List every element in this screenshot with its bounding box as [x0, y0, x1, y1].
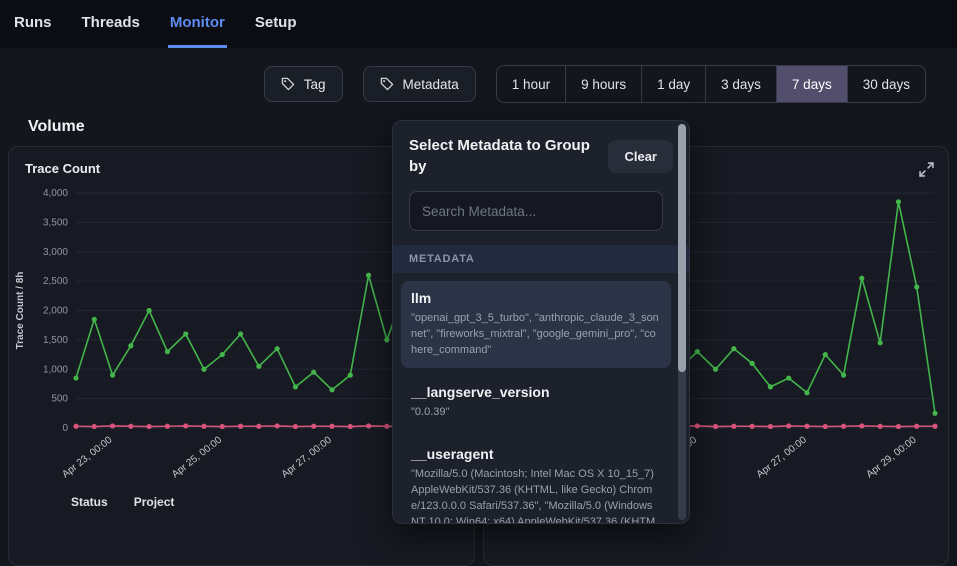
- clear-button[interactable]: Clear: [608, 140, 673, 173]
- metadata-item-langserve-version[interactable]: __langserve_version "0.0.39": [401, 375, 671, 430]
- status-column-label: Status: [71, 495, 108, 509]
- tag-button-label: Tag: [304, 77, 326, 92]
- svg-text:Apr 29, 00:00: Apr 29, 00:00: [864, 434, 918, 480]
- expand-icon[interactable]: [919, 162, 934, 177]
- tag-icon: [380, 77, 394, 91]
- svg-text:500: 500: [51, 394, 68, 405]
- panel-title: Trace Count: [25, 161, 100, 177]
- project-column-label: Project: [134, 495, 175, 509]
- svg-text:Apr 25, 00:00: Apr 25, 00:00: [170, 434, 224, 480]
- tag-icon: [281, 77, 295, 91]
- svg-text:Trace Count / 8h: Trace Count / 8h: [15, 272, 26, 350]
- svg-text:1,000: 1,000: [43, 364, 68, 375]
- nav-monitor[interactable]: Monitor: [168, 0, 227, 48]
- metadata-item-title: __useragent: [411, 446, 661, 462]
- toolbar: Tag Metadata 1 hour 9 hours 1 day 3 days…: [0, 65, 926, 103]
- metadata-item-values: "openai_gpt_3_5_turbo", "anthropic_claud…: [411, 311, 661, 359]
- svg-text:3,000: 3,000: [43, 247, 68, 258]
- svg-text:2,500: 2,500: [43, 276, 68, 287]
- metadata-item-values: "0.0.39": [411, 405, 661, 421]
- range-7-days[interactable]: 7 days: [776, 66, 847, 102]
- metadata-item-values: "Mozilla/5.0 (Macintosh; Intel Mac OS X …: [411, 467, 661, 524]
- top-nav: Runs Threads Monitor Setup: [0, 0, 957, 48]
- svg-text:2,000: 2,000: [43, 306, 68, 317]
- time-range-control: 1 hour 9 hours 1 day 3 days 7 days 30 da…: [496, 65, 926, 103]
- metadata-list: llm "openai_gpt_3_5_turbo", "anthropic_c…: [393, 273, 689, 524]
- popover-title: Select Metadata to Group by: [409, 135, 594, 177]
- nav-threads[interactable]: Threads: [80, 0, 142, 48]
- metadata-item-useragent[interactable]: __useragent "Mozilla/5.0 (Macintosh; Int…: [401, 437, 671, 524]
- metadata-item-title: __langserve_version: [411, 384, 661, 400]
- metadata-filter-button[interactable]: Metadata: [363, 66, 476, 102]
- popover-scrollbar[interactable]: [678, 124, 686, 520]
- metadata-item-llm[interactable]: llm "openai_gpt_3_5_turbo", "anthropic_c…: [401, 281, 671, 368]
- nav-setup[interactable]: Setup: [253, 0, 299, 48]
- svg-text:3,500: 3,500: [43, 217, 68, 228]
- metadata-button-label: Metadata: [403, 77, 459, 92]
- range-9-hours[interactable]: 9 hours: [565, 66, 641, 102]
- range-1-day[interactable]: 1 day: [641, 66, 705, 102]
- metadata-section-header: METADATA: [393, 245, 689, 273]
- metadata-item-title: llm: [411, 290, 661, 306]
- metadata-group-popover: Select Metadata to Group by Clear METADA…: [392, 120, 690, 524]
- scrollbar-thumb[interactable]: [678, 124, 686, 372]
- svg-text:0: 0: [62, 423, 68, 434]
- search-metadata-input[interactable]: [409, 191, 663, 231]
- range-1-hour[interactable]: 1 hour: [497, 66, 565, 102]
- nav-runs[interactable]: Runs: [12, 0, 54, 48]
- range-3-days[interactable]: 3 days: [705, 66, 776, 102]
- svg-text:4,000: 4,000: [43, 188, 68, 199]
- popover-header: Select Metadata to Group by Clear: [393, 121, 689, 181]
- svg-text:Apr 23, 00:00: Apr 23, 00:00: [60, 434, 114, 480]
- svg-text:Apr 27, 00:00: Apr 27, 00:00: [280, 434, 334, 480]
- svg-text:1,500: 1,500: [43, 335, 68, 346]
- svg-text:Apr 27, 00:00: Apr 27, 00:00: [754, 434, 808, 480]
- range-30-days[interactable]: 30 days: [847, 66, 925, 102]
- tag-filter-button[interactable]: Tag: [264, 66, 343, 102]
